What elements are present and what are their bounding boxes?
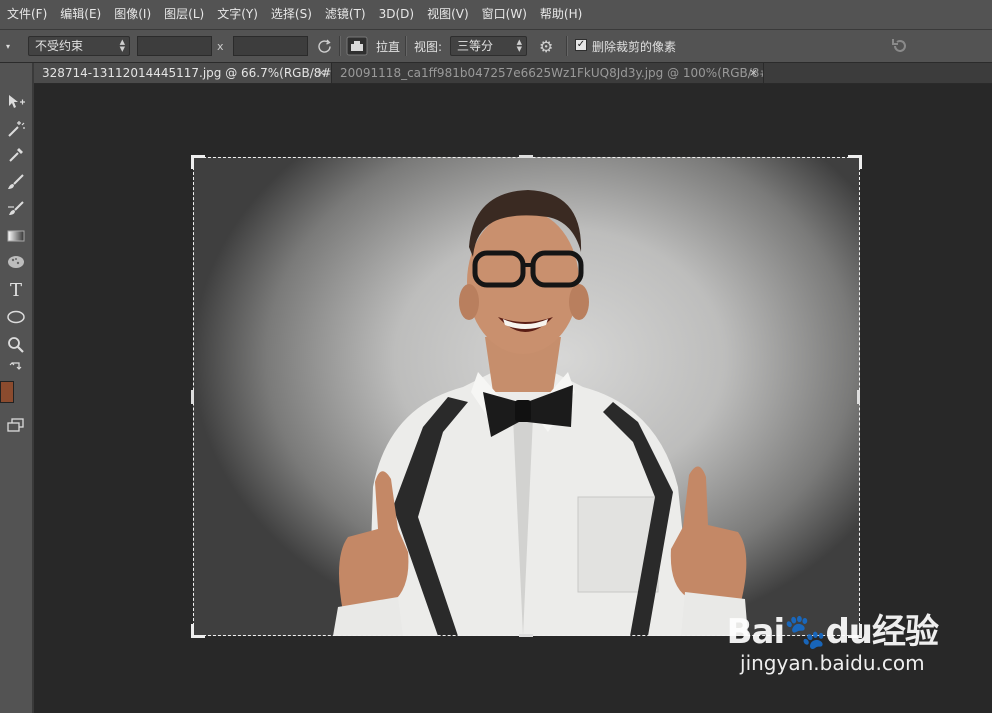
man-photo-illustration xyxy=(333,190,748,636)
magic-wand-tool[interactable] xyxy=(4,118,28,140)
gradient-tool[interactable] xyxy=(4,225,28,247)
document-tab-title: 20091118_ca1ff981b047257e6625Wz1FkUQ8Jd3… xyxy=(340,66,764,80)
crop-handle-bottom-left[interactable] xyxy=(191,624,205,638)
separator xyxy=(566,36,568,56)
swap-icon xyxy=(9,362,22,370)
document-tab-bar: 328714-13112014445117.jpg @ 66.7%(RGB/8#… xyxy=(34,63,992,84)
menu-help[interactable]: 帮助(H) xyxy=(533,0,588,29)
ellipse-icon xyxy=(7,310,25,324)
type-tool[interactable]: T xyxy=(4,279,28,301)
baidu-jingyan-watermark: Bai🐾du经验 jingyan.baidu.com xyxy=(726,612,939,675)
document-tab-inactive[interactable]: 20091118_ca1ff981b047257e6625Wz1FkUQ8Jd3… xyxy=(332,63,764,83)
gear-icon[interactable]: ⚙ xyxy=(539,30,553,62)
brush-icon xyxy=(8,174,24,189)
view-overlay-dropdown[interactable]: 三等分 ▲ ▼ xyxy=(450,36,527,56)
menu-file[interactable]: 文件(F) xyxy=(0,0,53,29)
dimension-separator: x xyxy=(217,39,224,53)
separator xyxy=(339,36,341,56)
eyedropper-tool[interactable] xyxy=(4,144,28,166)
baidu-logo: Bai🐾du经验 xyxy=(726,612,939,652)
separator xyxy=(405,36,407,56)
screen-mode-tool[interactable] xyxy=(4,414,28,436)
history-brush-icon xyxy=(8,201,24,215)
menu-bar: 文件(F) 编辑(E) 图像(I) 图层(L) 文字(Y) 选择(S) 滤镜(T… xyxy=(0,0,992,30)
ratio-value: 不受约束 xyxy=(35,39,84,53)
screen-mode-icon xyxy=(7,418,24,432)
view-overlay-value: 三等分 xyxy=(457,39,494,53)
options-bar: ▾ 不受约束 ▲ ▼ x 拉直 视图: 三等分 ▲ ▼ ⚙ ✓ 删除裁剪的像素 xyxy=(0,30,992,63)
delete-cropped-checkbox[interactable]: ✓ xyxy=(575,39,587,51)
delete-cropped-label[interactable]: 删除裁剪的像素 xyxy=(592,30,676,62)
brush-tool[interactable] xyxy=(4,171,28,193)
sponge-icon xyxy=(8,256,24,268)
menu-window[interactable]: 窗口(W) xyxy=(475,0,533,29)
crop-handle-top-right[interactable] xyxy=(848,155,862,169)
menu-layer[interactable]: 图层(L) xyxy=(157,0,210,29)
move-icon xyxy=(9,95,25,108)
gradient-icon xyxy=(7,230,25,242)
sponge-tool[interactable] xyxy=(4,251,28,273)
move-tool[interactable] xyxy=(4,91,28,113)
menu-filter[interactable]: 滤镜(T) xyxy=(318,0,372,29)
menu-view[interactable]: 视图(V) xyxy=(420,0,475,29)
crop-handle-right[interactable] xyxy=(857,390,860,404)
document-image[interactable] xyxy=(193,157,860,636)
paw-icon: 🐾 xyxy=(784,612,826,652)
menu-3d[interactable]: 3D(D) xyxy=(372,0,420,29)
type-icon: T xyxy=(9,279,22,301)
crop-height-input[interactable] xyxy=(233,36,308,56)
reset-icon[interactable] xyxy=(891,30,909,62)
document-tab-active[interactable]: 328714-13112014445117.jpg @ 66.7%(RGB/8#… xyxy=(34,63,332,83)
ellipse-tool[interactable] xyxy=(4,306,28,328)
crop-width-input[interactable] xyxy=(137,36,212,56)
swap-colors-tool[interactable] xyxy=(4,355,28,377)
zoom-tool[interactable] xyxy=(4,334,28,356)
straighten-label[interactable]: 拉直 xyxy=(376,30,400,62)
toolbox: T xyxy=(0,63,34,713)
foreground-color-swatch[interactable] xyxy=(0,381,14,403)
crop-handle-top-left[interactable] xyxy=(191,155,205,169)
crop-handle-left[interactable] xyxy=(191,390,194,404)
menu-image[interactable]: 图像(I) xyxy=(107,0,157,29)
zoom-icon xyxy=(8,337,24,353)
straighten-icon[interactable] xyxy=(346,30,368,62)
dropdown-arrows-icon: ▲ ▼ xyxy=(516,38,522,53)
crop-handle-top[interactable] xyxy=(519,155,533,158)
history-brush-tool[interactable] xyxy=(4,198,28,220)
eyedropper-icon xyxy=(9,148,23,162)
dropdown-arrows-icon: ▲ ▼ xyxy=(119,38,125,53)
watermark-url: jingyan.baidu.com xyxy=(740,651,925,675)
close-icon[interactable]: × xyxy=(749,63,758,83)
menu-select[interactable]: 选择(S) xyxy=(264,0,318,29)
close-icon[interactable]: × xyxy=(317,63,326,83)
magic-wand-icon xyxy=(8,121,25,137)
crop-handle-bottom[interactable] xyxy=(519,634,533,637)
tool-preset-arrow-icon[interactable]: ▾ xyxy=(6,30,10,62)
ratio-dropdown[interactable]: 不受约束 ▲ ▼ xyxy=(28,36,130,56)
document-tab-title: 328714-13112014445117.jpg @ 66.7%(RGB/8#… xyxy=(42,66,332,80)
menu-type[interactable]: 文字(Y) xyxy=(210,0,264,29)
swap-dimensions-icon[interactable] xyxy=(316,30,333,62)
menu-edit[interactable]: 编辑(E) xyxy=(53,0,107,29)
view-label: 视图: xyxy=(414,39,443,54)
